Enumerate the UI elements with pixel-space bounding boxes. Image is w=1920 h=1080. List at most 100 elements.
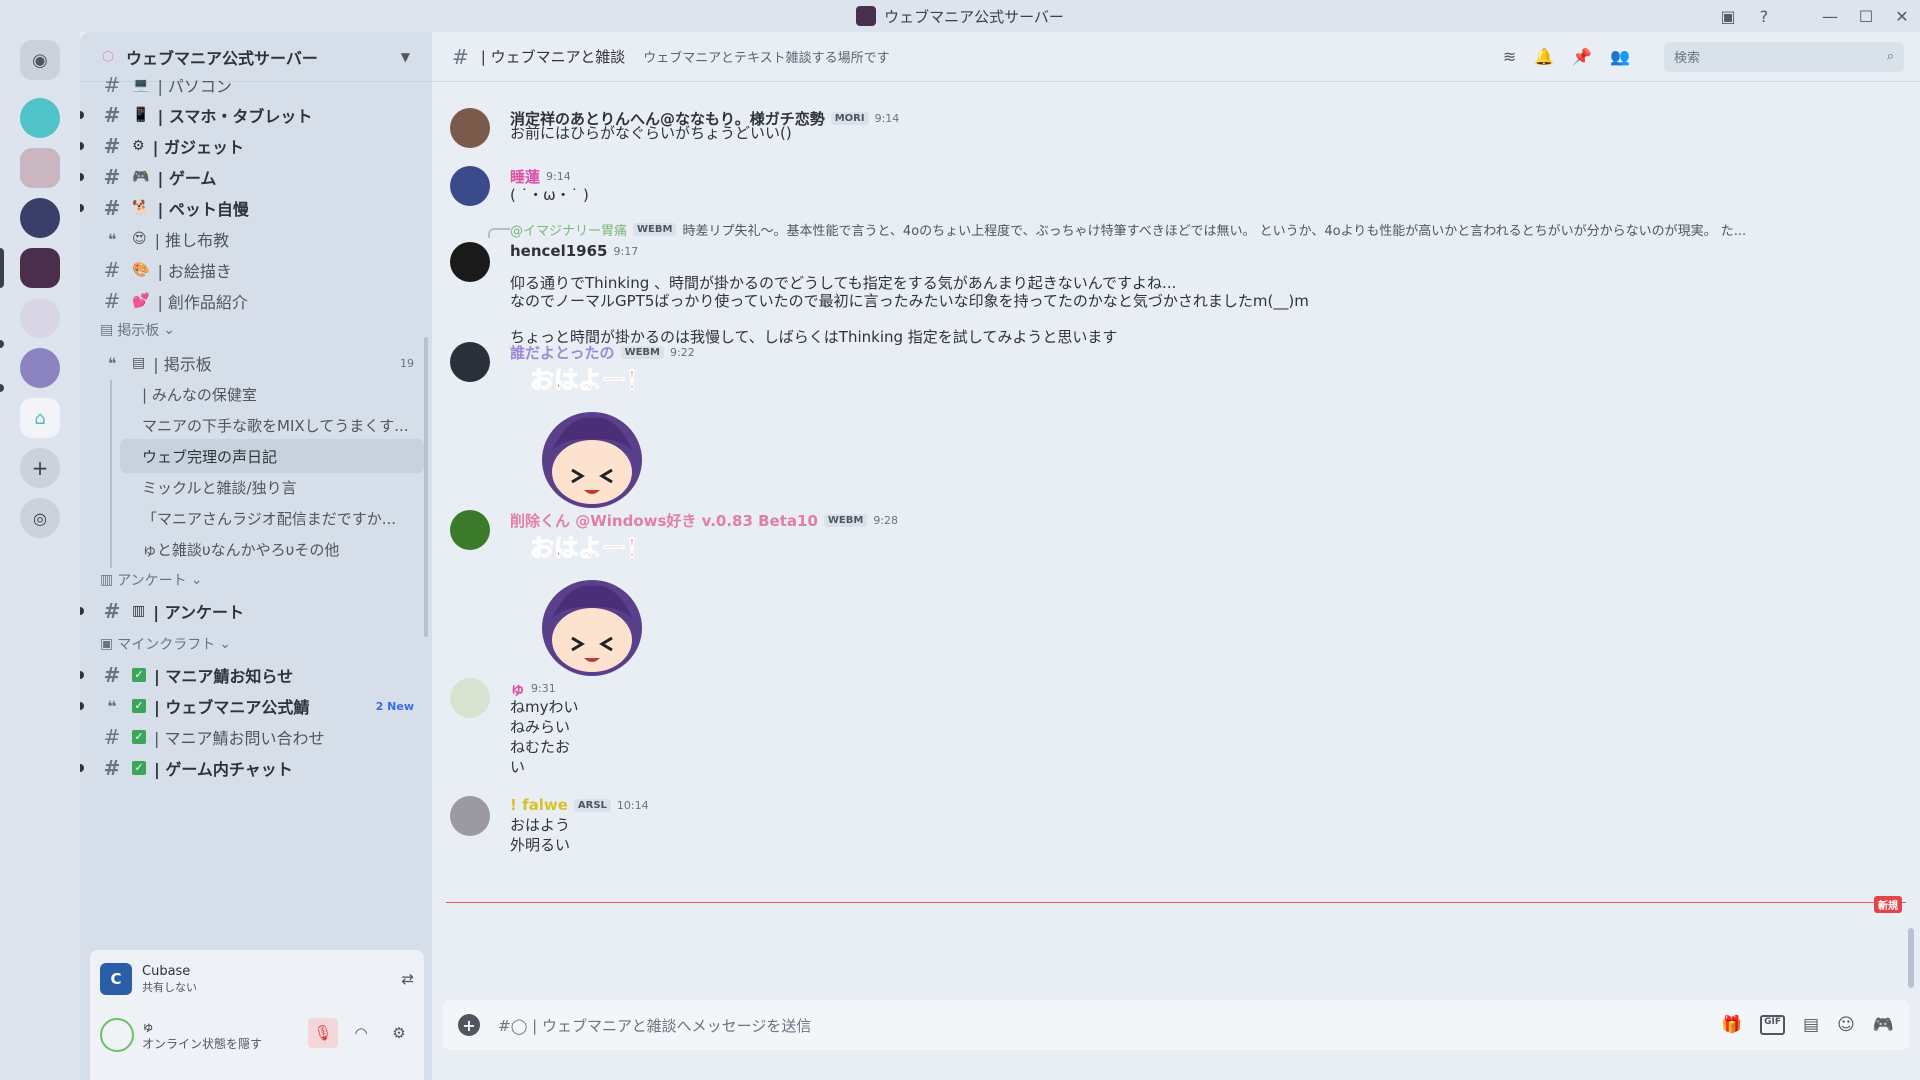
chat-scrollbar[interactable] (1908, 928, 1914, 988)
server-icon-1[interactable] (20, 98, 60, 138)
forum-channel-board[interactable]: ❝ ▤ | 掲示板 19 (88, 346, 424, 380)
unread-dot (80, 671, 84, 679)
channel-item[interactable]: # 🐕 | ペット自慢 (80, 191, 424, 225)
hash-icon: # (103, 289, 121, 313)
message-composer[interactable]: + #◯ | ウェブマニアと雑談へメッセージを送信 🎁 GIF ▤ ☺ 🎮 (442, 1000, 1910, 1050)
channel-item[interactable]: # 🎨 | お絵描き (88, 253, 424, 287)
server-icon-6[interactable] (20, 348, 60, 388)
server-icon-2[interactable] (20, 148, 60, 188)
channel-emoji: 📱 (132, 107, 150, 123)
server-icon-7[interactable]: ⌂ (20, 398, 60, 438)
thread-item[interactable]: マニアの下手な歌をMIXしてうまくす... (120, 408, 424, 442)
message-text: い (510, 758, 526, 776)
avatar[interactable] (100, 1018, 134, 1052)
sticker[interactable]: おはよー！ (510, 528, 670, 688)
channel-item[interactable]: # 🎮 | ゲーム (80, 160, 424, 194)
emoji-icon[interactable]: ☺ (1837, 1015, 1855, 1035)
channel-sidebar: ⬡ ウェブマニア公式サーバー ▼ # 💻 | パソコン # 📱 | スマホ・タブレット … (80, 32, 432, 1080)
thread-item[interactable]: ウェブ完理の声日記 (120, 439, 424, 473)
channel-label: | お絵描き (157, 262, 232, 281)
minimize-button[interactable]: — (1812, 0, 1848, 32)
avatar[interactable] (450, 510, 490, 550)
channel-item[interactable]: # 💕 | 創作品紹介 (88, 284, 424, 318)
hash-icon: # (103, 756, 121, 780)
message-author[interactable]: ! falwe (510, 796, 568, 814)
close-button[interactable]: ✕ (1884, 0, 1920, 32)
channel-item[interactable]: # ✓ | マニア鯖お問い合わせ (88, 720, 424, 754)
channel-label: | ゲーム内チャット (154, 760, 293, 779)
thread-count-badge: 19 (400, 356, 414, 370)
channel-label: | ペット自慢 (157, 200, 249, 219)
add-attachment-icon[interactable]: + (458, 1014, 480, 1036)
share-activity-icon[interactable]: ⇄ (401, 970, 414, 988)
headphones-icon[interactable]: ◠ (346, 1018, 376, 1048)
gift-icon[interactable]: 🎁 (1721, 1015, 1742, 1035)
hash-icon: # (103, 196, 121, 220)
add-server-icon[interactable]: + (20, 448, 60, 488)
category-minecraft[interactable]: ▣ マインクラフト ⌄ (100, 634, 231, 654)
sticker[interactable]: おはよー！ (510, 360, 670, 520)
help-icon[interactable]: ? (1746, 0, 1782, 32)
server-icon-3[interactable] (20, 198, 60, 238)
discord-home-icon[interactable]: ◉ (20, 40, 60, 80)
apps-icon[interactable]: 🎮 (1873, 1015, 1894, 1035)
threads-icon[interactable]: ≋ (1503, 47, 1516, 66)
channel-label: | ゲーム (157, 169, 217, 188)
role-tag: WEBM (620, 346, 664, 359)
channel-item[interactable]: # ✓ | ゲーム内チャット (80, 751, 424, 785)
gear-icon[interactable]: ⚙ (384, 1018, 414, 1048)
channel-item[interactable]: # ⚙ | ガジェット (80, 129, 424, 163)
thread-item[interactable]: ミックルと雑談/独り言 (120, 470, 424, 504)
discover-icon[interactable]: ◎ (20, 498, 60, 538)
avatar[interactable] (450, 108, 490, 148)
avatar[interactable] (450, 242, 490, 282)
channel-item[interactable]: # ✓ | マニア鯖お知らせ (80, 658, 424, 692)
channel-item[interactable]: # 📱 | スマホ・タブレット (80, 98, 424, 132)
thread-item[interactable]: | みんなの保健室 (120, 377, 424, 411)
search-input[interactable]: 検索 ⌕ (1664, 41, 1904, 72)
new-messages-label: 新規 (1874, 896, 1902, 913)
inbox-icon[interactable]: ▣ (1710, 0, 1746, 32)
thread-item[interactable]: ゅと雑談υなんかやろυその他 (120, 532, 424, 566)
server-icon-5[interactable] (20, 298, 60, 338)
bell-icon[interactable]: 🔔 (1534, 47, 1554, 66)
sticker-icon[interactable]: ▤ (1803, 1015, 1819, 1035)
hash-icon: # (103, 663, 121, 687)
avatar[interactable] (450, 796, 490, 836)
server-icon-active[interactable] (20, 248, 60, 288)
unread-dot (80, 764, 84, 772)
channel-survey[interactable]: # ▥ | アンケート (80, 594, 424, 628)
hash-icon: # (103, 258, 121, 282)
pin-icon[interactable]: 📌 (1572, 47, 1592, 66)
chevron-down-icon: ⌄ (219, 636, 231, 652)
hash-icon: # (103, 165, 121, 189)
sticker-character-icon (542, 412, 642, 508)
composer-placeholder[interactable]: #◯ | ウェブマニアと雑談へメッセージを送信 (498, 1015, 811, 1036)
sidebar-scrollbar[interactable] (424, 337, 428, 637)
channel-label: | 掲示板 (153, 355, 212, 374)
maximize-button[interactable]: ☐ (1848, 0, 1884, 32)
gif-icon[interactable]: GIF (1760, 1015, 1786, 1035)
avatar[interactable] (450, 678, 490, 718)
thread-item[interactable]: 「マニアさんラジオ配信まだですか... (120, 501, 424, 535)
channel-label: | スマホ・タブレット (157, 107, 313, 126)
avatar[interactable] (450, 342, 490, 382)
channel-item[interactable]: ❝ 😍 | 推し布教 (88, 222, 424, 256)
reply-preview[interactable]: @イマジナリー胃痛 WEBM 時差リプ失礼〜。基本性能で言うと、4oのちょい上程度で… (510, 220, 1746, 239)
avatar[interactable] (450, 166, 490, 206)
channel-topic[interactable]: ウェブマニアとテキスト雑談する場所です (643, 47, 889, 66)
mic-muted-icon[interactable]: 🎙 (308, 1018, 338, 1048)
user-name: ゅ (142, 1020, 155, 1034)
unread-dot (80, 702, 84, 710)
checkbox-icon: ✓ (132, 761, 146, 775)
hash-icon: # (103, 134, 121, 158)
channel-item[interactable]: ❝ ✓ | ウェブマニア公式鯖 2 New (80, 689, 424, 723)
reply-author[interactable]: @イマジナリー胃痛 (510, 220, 627, 239)
category-survey[interactable]: ▥ アンケート ⌄ (100, 570, 202, 590)
channel-item[interactable]: # 💻 | パソコン (88, 68, 424, 102)
message-author[interactable]: hencel1965 (510, 242, 608, 260)
category-board[interactable]: ▤ 掲示板 ⌄ (100, 320, 175, 340)
channel-emoji: 🎮 (132, 169, 150, 185)
unread-dot (80, 204, 84, 212)
member-list-icon[interactable]: 👥 (1610, 47, 1630, 66)
